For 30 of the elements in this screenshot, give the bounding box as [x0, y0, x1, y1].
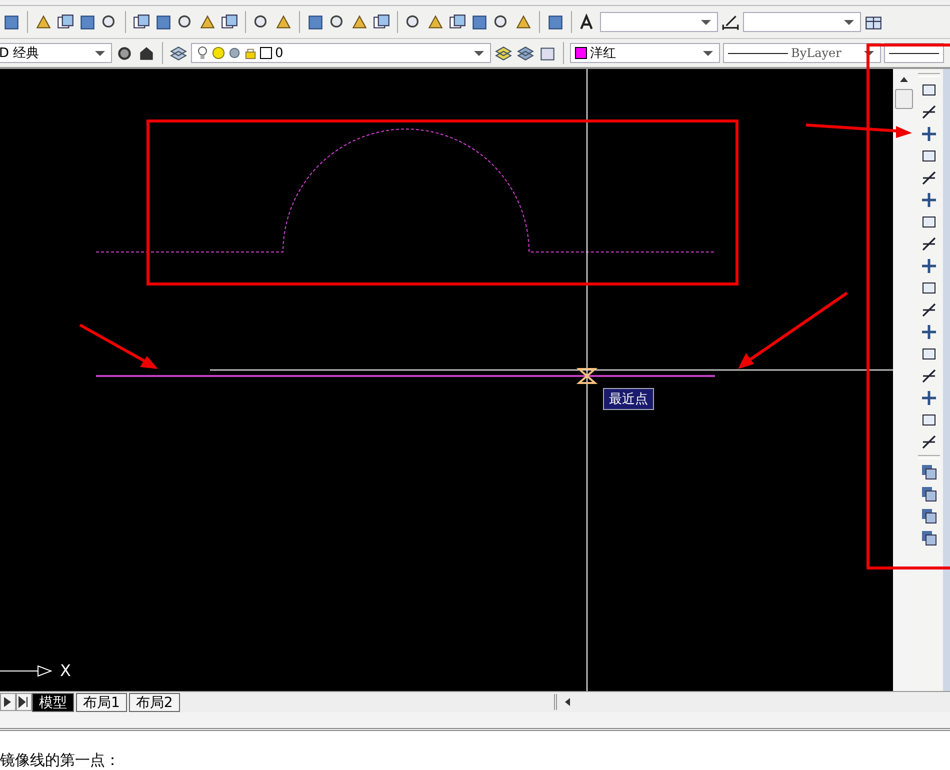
lightbulb-icon	[196, 46, 209, 60]
draw-order-icon[interactable]	[920, 485, 938, 503]
drawing-canvas[interactable]: X 最近点	[0, 69, 893, 691]
vertical-scrollbar[interactable]	[893, 69, 915, 691]
next-tab-icon[interactable]	[0, 693, 16, 711]
nearest-snap-marker	[576, 368, 598, 384]
ucs-axis-label: X	[60, 661, 71, 680]
scroll-left-icon[interactable]	[562, 697, 571, 707]
scroll-thumb[interactable]	[895, 89, 913, 109]
draw-order-icon[interactable]	[920, 507, 938, 525]
last-tab-icon[interactable]	[16, 693, 32, 711]
workspace-dropdown[interactable]: D 经典	[0, 43, 112, 63]
draw-order-icon[interactable]	[920, 463, 938, 481]
color-swatch	[260, 47, 272, 59]
layer-name: 0	[275, 46, 284, 60]
layout-tab[interactable]: 布局1	[76, 692, 127, 712]
snap-tooltip: 最近点	[603, 388, 654, 410]
ucs-axis-arrow	[0, 665, 52, 677]
sun-icon	[212, 46, 225, 60]
draw-order-icon[interactable]	[920, 529, 938, 547]
linetype-dropdown[interactable]: ByLayer	[723, 43, 881, 63]
scroll-up-icon[interactable]	[899, 75, 909, 83]
move-icon[interactable]	[920, 191, 938, 209]
color-dropdown[interactable]: 洋红	[570, 43, 720, 63]
layer-dropdown[interactable]: 0	[191, 43, 491, 63]
dimension-icon[interactable]	[721, 12, 740, 32]
layout-tab[interactable]: 布局2	[128, 692, 180, 712]
lock-icon	[244, 46, 257, 60]
layout-tab[interactable]: 模型	[32, 692, 74, 712]
command-prompt: 镜像线的第一点：	[0, 751, 120, 770]
